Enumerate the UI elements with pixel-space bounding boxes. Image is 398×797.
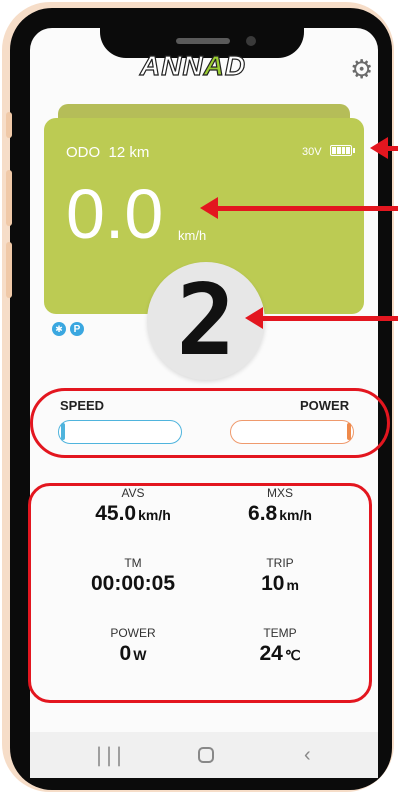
stat-label: MXS (266, 486, 293, 500)
stat-value: 0 (119, 642, 132, 665)
odo-value: 12 km (108, 144, 150, 161)
phone-side-button (6, 242, 12, 298)
stat-value: 6.8 (248, 502, 278, 525)
back-icon[interactable]: ‹ (304, 745, 311, 765)
parking-icon[interactable]: P (70, 322, 84, 336)
speed-unit: km/h (178, 228, 207, 243)
stat-label: TM (124, 556, 142, 570)
stat-label: AVS (121, 486, 145, 500)
stat-unit: W (133, 647, 147, 663)
stat-unit: ℃ (284, 647, 301, 663)
battery-voltage: 30V (302, 146, 322, 158)
annotation-arrow (218, 206, 398, 211)
stat-temp: TEMP 24 ℃ (205, 626, 355, 666)
annotation-arrow (388, 146, 398, 151)
annotation-arrow (262, 316, 398, 321)
power-bar (230, 420, 354, 444)
stat-trip: TRIP 10 m (205, 556, 355, 596)
stat-label: TEMP (263, 626, 297, 640)
stat-value: 45.0 (95, 502, 137, 525)
stat-label: TRIP (266, 556, 294, 570)
annotation-arrow-head (200, 197, 218, 219)
power-bar-label: POWER (300, 398, 350, 413)
battery-icon (330, 145, 355, 156)
odometer: ODO 12 km (66, 144, 149, 161)
stat-power: POWER 0W (58, 626, 208, 666)
stat-unit: km/h (279, 507, 312, 523)
recent-apps-icon[interactable]: ∣∣∣ (94, 746, 124, 766)
brand-logo: ANNAD (139, 49, 247, 81)
speed-bar-label: SPEED (60, 398, 105, 413)
speed-readout: 0.0 (66, 175, 164, 253)
odo-label: ODO (66, 144, 101, 161)
stat-value: 24 (259, 642, 283, 665)
stat-label: POWER (110, 626, 156, 640)
stat-tm: TM 00:00:05 (58, 556, 208, 596)
phone-speaker (176, 38, 230, 44)
speed-bar (58, 420, 182, 444)
bluetooth-icon[interactable]: ✱ (52, 322, 66, 336)
stat-avs: AVS 45.0 km/h (58, 486, 208, 526)
phone-side-button (6, 170, 12, 226)
stat-value: 10 (261, 572, 285, 595)
annotation-arrow-head (245, 307, 263, 329)
annotation-arrow-head (370, 137, 388, 159)
home-icon[interactable] (198, 747, 214, 763)
stat-mxs: MXS 6.8 km/h (205, 486, 355, 526)
phone-side-button (6, 112, 12, 138)
phone-camera (246, 36, 256, 46)
stat-unit: km/h (138, 507, 171, 523)
gear-level-number: 2 (176, 264, 236, 378)
stat-unit: m (286, 577, 299, 593)
stat-value: 00:00:05 (90, 572, 176, 595)
settings-gear-icon[interactable]: ⚙ (350, 56, 373, 82)
